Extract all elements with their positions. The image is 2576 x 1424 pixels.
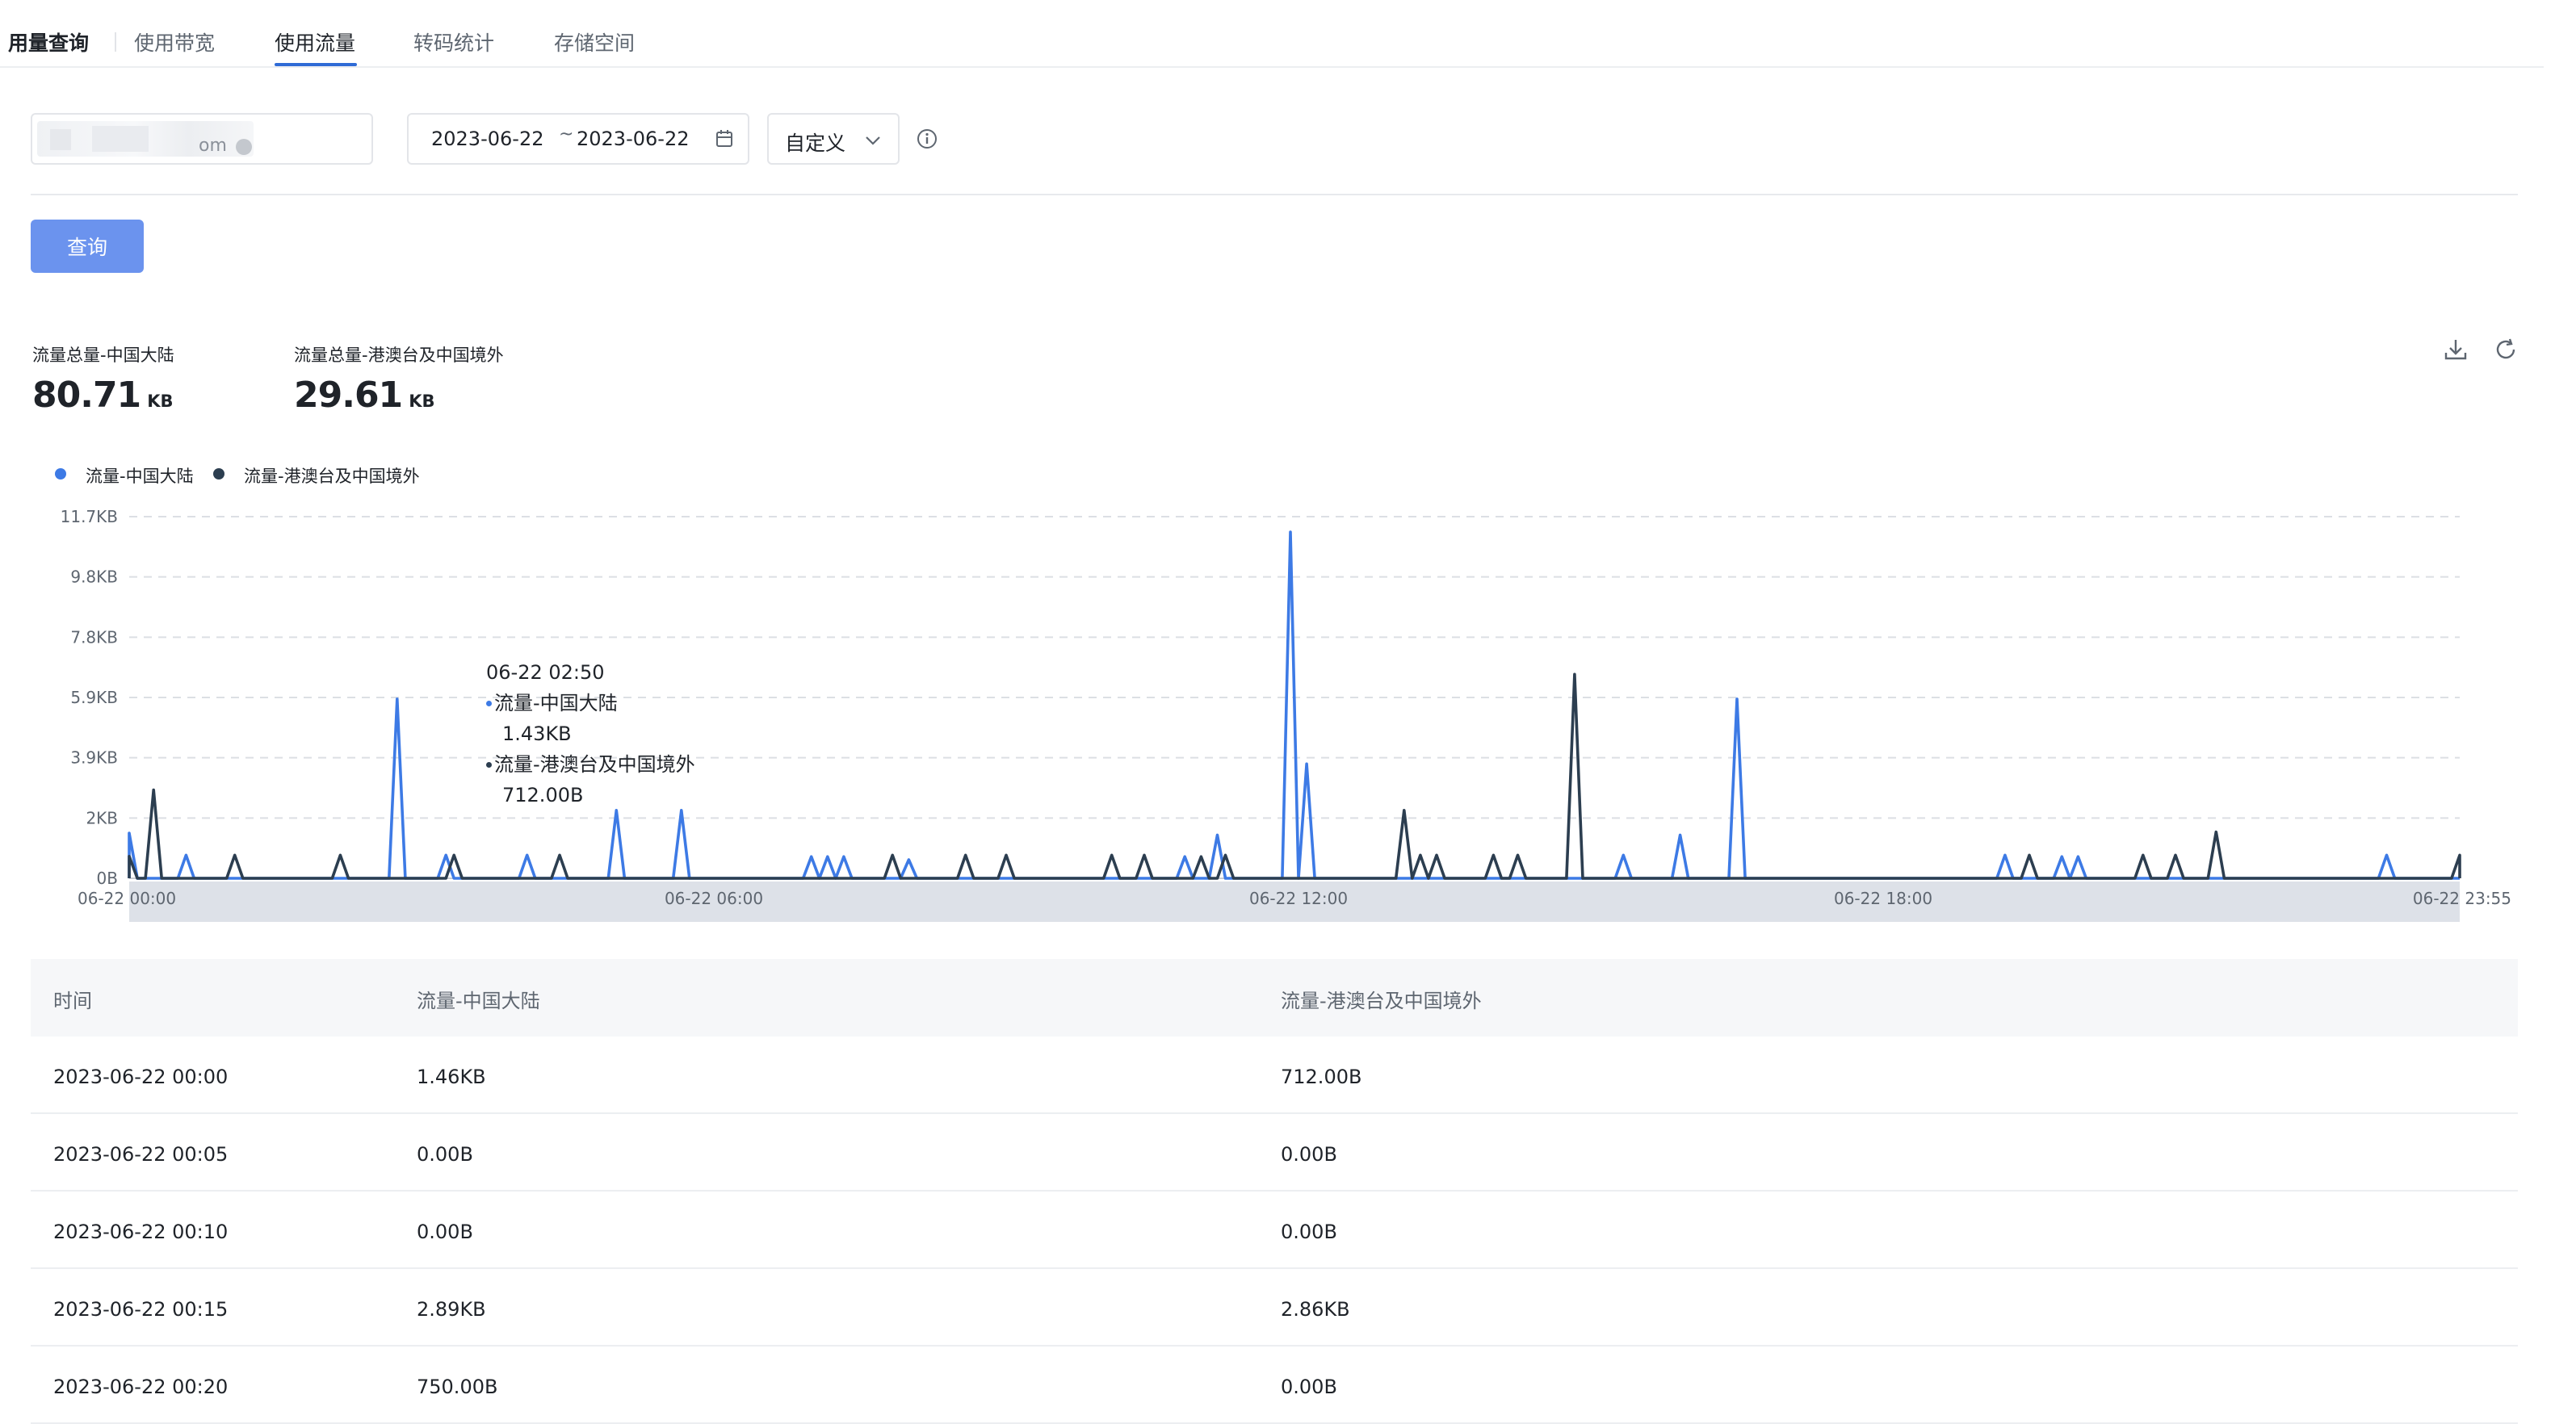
- mask-block: [92, 126, 149, 152]
- tooltip-name-overseas: 流量-港澳台及中国境外: [494, 753, 695, 776]
- x-tick-label: 06-22 06:00: [665, 889, 763, 908]
- total-overseas-value: 29.61 KB: [294, 375, 434, 416]
- column-header-time: 时间: [53, 990, 92, 1012]
- total-mainland-value: 80.71 KB: [32, 375, 173, 416]
- preset-label: 自定义: [785, 132, 846, 155]
- chart-series: [128, 530, 2461, 880]
- total-mainland-label: 流量总量-中国大陆: [32, 346, 174, 365]
- time-preset-select[interactable]: 自定义: [767, 113, 900, 165]
- refresh-icon[interactable]: [2492, 336, 2519, 363]
- domain-tag-dot: [236, 139, 252, 155]
- tab-storage[interactable]: 存储空间: [554, 27, 635, 57]
- series-line-mainland: [128, 530, 2460, 880]
- tooltip-name-mainland: 流量-中国大陆: [494, 692, 618, 714]
- y-tick-label: 2KB: [86, 808, 118, 827]
- total-mainland-unit: KB: [147, 392, 174, 411]
- cell-overseas: 0.00B: [1281, 1221, 1337, 1243]
- tooltip-value-mainland: 1.43KB: [502, 722, 572, 745]
- cell-overseas: 0.00B: [1281, 1376, 1337, 1398]
- column-header-overseas: 流量-港澳台及中国境外: [1281, 990, 1482, 1012]
- filter-divider: [31, 194, 2518, 195]
- total-overseas-unit: KB: [409, 392, 435, 411]
- calendar-icon: [716, 130, 732, 147]
- tooltip-row-mainland: 流量-中国大陆: [486, 688, 745, 718]
- tab-traffic[interactable]: 使用流量: [275, 27, 355, 57]
- tooltip-dot-mainland: [486, 701, 492, 706]
- tab-bandwidth[interactable]: 使用带宽: [134, 27, 215, 57]
- page-title: 用量查询: [8, 31, 90, 55]
- tab-transcode[interactable]: 转码统计: [413, 27, 494, 57]
- cell-mainland: 0.00B: [417, 1221, 473, 1243]
- table-row: 2023-06-22 00:05 0.00B 0.00B: [31, 1114, 2518, 1192]
- table-row: 2023-06-22 00:00 1.46KB 712.00B: [31, 1037, 2518, 1114]
- chart-tooltip: 06-22 02:50 流量-中国大陆 1.43KB 流量-港澳台及中国境外 7…: [486, 657, 745, 810]
- tooltip-row-overseas: 流量-港澳台及中国境外: [486, 749, 745, 780]
- x-tick-label: 06-22 18:00: [1834, 889, 1932, 908]
- active-tab-indicator: [275, 63, 357, 66]
- table-row: 2023-06-22 00:20 750.00B 0.00B: [31, 1347, 2518, 1424]
- y-tick-label: 9.8KB: [70, 568, 118, 587]
- total-overseas-label: 流量总量-港澳台及中国境外: [294, 346, 504, 365]
- date-range-picker[interactable]: 2023-06-22 ~ 2023-06-22: [407, 113, 749, 165]
- total-overseas-number: 29.61: [294, 375, 403, 416]
- x-tick-label: 06-22 12:00: [1249, 889, 1348, 908]
- y-axis-ticks: 0B 2KB 3.9KB 5.9KB 7.8KB 9.8KB 11.7KB: [61, 507, 118, 888]
- info-icon[interactable]: [916, 128, 938, 150]
- cell-time: 2023-06-22 00:15: [53, 1298, 229, 1321]
- traffic-table: 时间 流量-中国大陆 流量-港澳台及中国境外 2023-06-22 00:00 …: [31, 959, 2518, 1424]
- cell-overseas: 712.00B: [1281, 1066, 1362, 1088]
- domain-blurred-mask: om: [37, 121, 254, 157]
- tab-bar: 用量查询 使用带宽 使用流量 转码统计 存储空间: [0, 0, 2544, 68]
- y-tick-label: 3.9KB: [70, 748, 118, 768]
- query-button[interactable]: 查询: [31, 220, 144, 273]
- traffic-line-chart[interactable]: 0B 2KB 3.9KB 5.9KB 7.8KB 9.8KB 11.7KB 06-22 00…: [0, 484, 2576, 936]
- table-row: 2023-06-22 00:10 0.00B 0.00B: [31, 1192, 2518, 1269]
- table-header: 时间 流量-中国大陆 流量-港澳台及中国境外: [31, 959, 2518, 1037]
- cell-mainland: 750.00B: [417, 1376, 498, 1398]
- date-end: 2023-06-22: [577, 128, 690, 150]
- tooltip-dot-overseas: [486, 762, 492, 768]
- x-tick-label: 06-22 23:55: [2413, 889, 2511, 908]
- usage-page: 用量查询 使用带宽 使用流量 转码统计 存储空间 om 2023-06-22 ~…: [0, 0, 2576, 1424]
- chevron-down-icon: [866, 136, 880, 145]
- cell-overseas: 0.00B: [1281, 1143, 1337, 1166]
- y-tick-label: 0B: [97, 869, 118, 888]
- tooltip-value-overseas: 712.00B: [502, 784, 584, 806]
- cell-mainland: 0.00B: [417, 1143, 473, 1166]
- cell-mainland: 2.89KB: [417, 1298, 486, 1321]
- cell-time: 2023-06-22 00:20: [53, 1376, 229, 1398]
- total-mainland-number: 80.71: [32, 375, 141, 416]
- tab-separator: [115, 32, 116, 52]
- domain-suffix: om: [199, 136, 227, 156]
- tooltip-time: 06-22 02:50: [486, 661, 605, 684]
- cell-overseas: 2.86KB: [1281, 1298, 1350, 1321]
- date-separator: ~: [559, 124, 574, 144]
- column-header-mainland: 流量-中国大陆: [417, 990, 540, 1012]
- domain-select[interactable]: om: [31, 113, 373, 165]
- y-tick-label: 7.8KB: [70, 627, 118, 647]
- cell-time: 2023-06-22 00:10: [53, 1221, 229, 1243]
- legend-dot-overseas: [213, 468, 224, 480]
- cell-mainland: 1.46KB: [417, 1066, 486, 1088]
- table-row: 2023-06-22 00:15 2.89KB 2.86KB: [31, 1269, 2518, 1347]
- y-tick-label: 11.7KB: [61, 507, 118, 526]
- x-tick-label: 06-22 00:00: [78, 889, 176, 908]
- cell-time: 2023-06-22 00:00: [53, 1066, 229, 1088]
- mask-block: [50, 129, 71, 150]
- cell-time: 2023-06-22 00:05: [53, 1143, 229, 1166]
- date-start: 2023-06-22: [431, 128, 544, 150]
- download-icon[interactable]: [2442, 336, 2469, 363]
- y-tick-label: 5.9KB: [70, 688, 118, 707]
- legend-dot-mainland: [55, 468, 66, 480]
